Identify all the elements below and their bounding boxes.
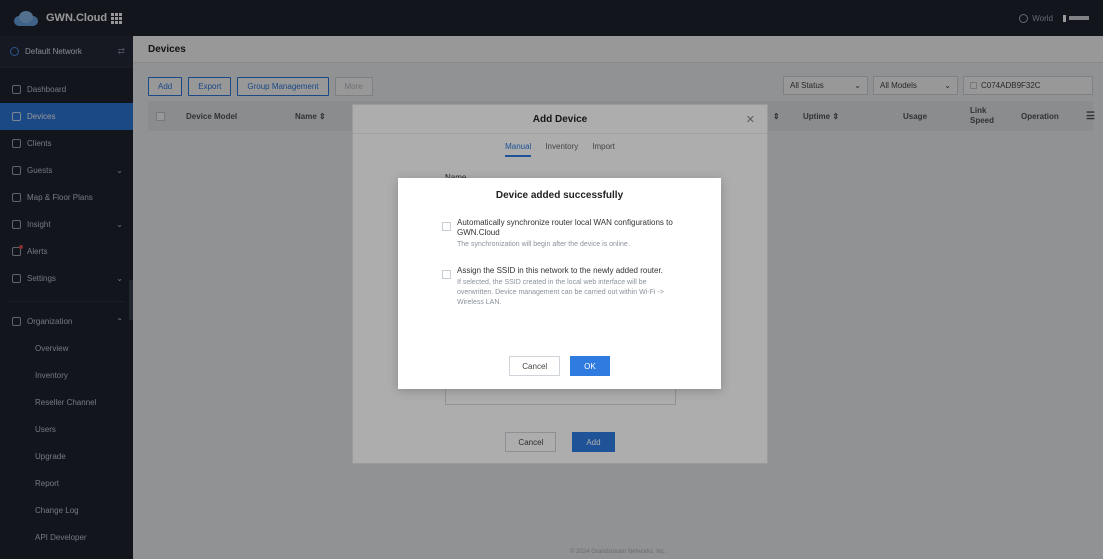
device-added-dialog: Device added successfully Automatically …	[398, 178, 721, 389]
sync-wan-checkbox[interactable]	[442, 222, 451, 231]
assign-ssid-description: If selected, the SSID created in the loc…	[457, 279, 664, 306]
sync-wan-label: Automatically synchronize router local W…	[457, 218, 673, 237]
ok-button[interactable]: OK	[570, 356, 610, 376]
cancel-button[interactable]: Cancel	[509, 356, 561, 376]
assign-ssid-option: Assign the SSID in this network to the n…	[442, 266, 682, 308]
sync-wan-description: The synchronization will begin after the…	[457, 241, 630, 248]
assign-ssid-checkbox[interactable]	[442, 270, 451, 279]
success-title: Device added successfully	[495, 190, 624, 201]
assign-ssid-label: Assign the SSID in this network to the n…	[457, 266, 663, 275]
sync-wan-option: Automatically synchronize router local W…	[442, 218, 682, 250]
